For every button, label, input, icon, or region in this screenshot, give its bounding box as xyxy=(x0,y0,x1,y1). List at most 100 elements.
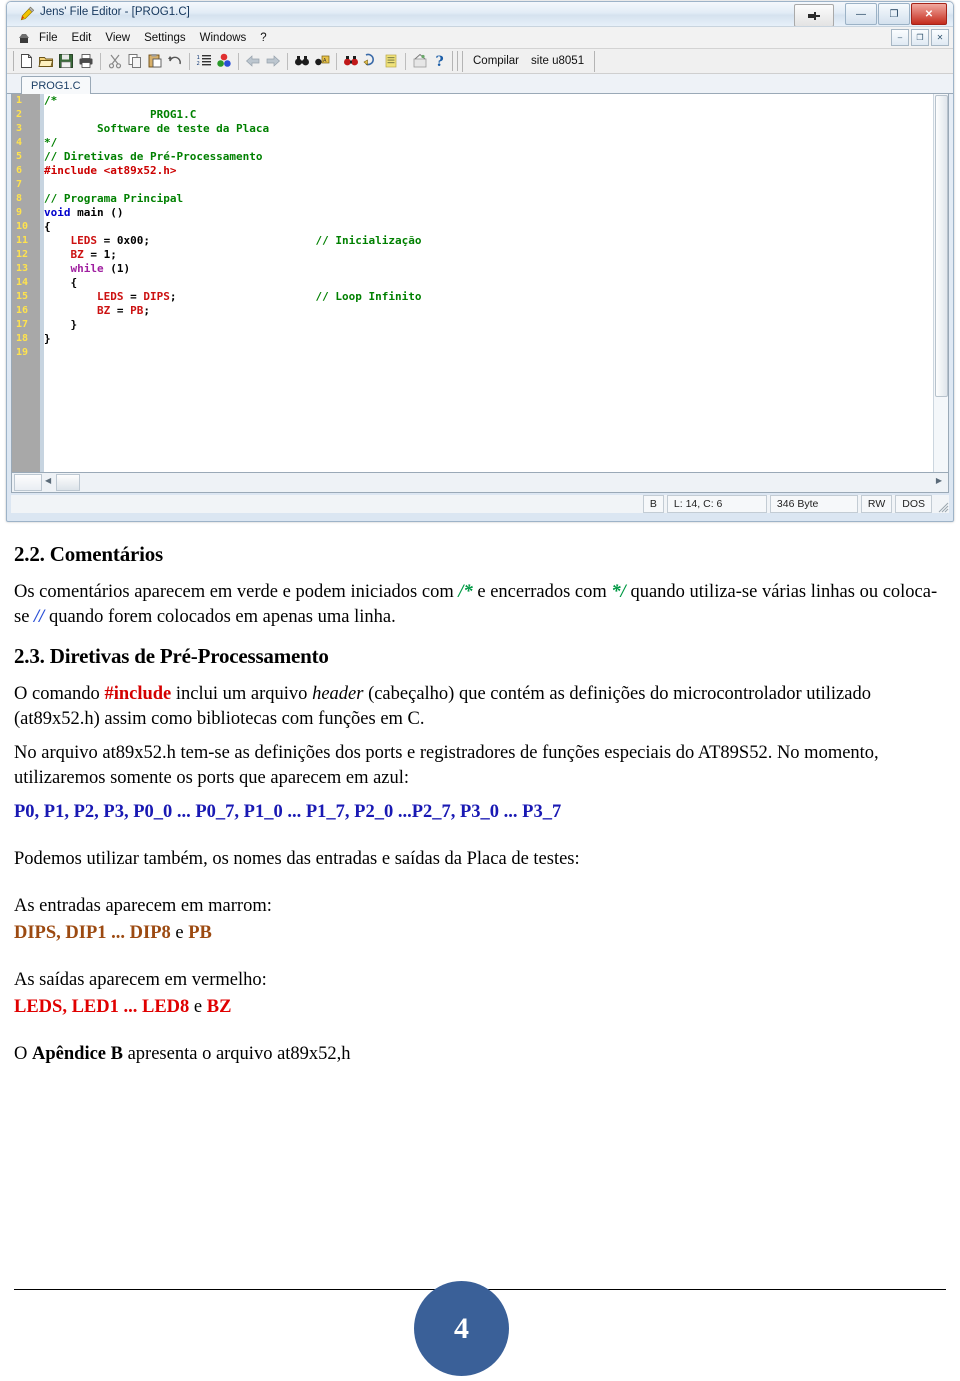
new-file-icon[interactable] xyxy=(16,51,36,71)
heading-section-2-2: 2.2. Comentários xyxy=(14,542,164,566)
code-text[interactable]: /* PROG1.C Software de teste da Placa *//… xyxy=(44,94,934,472)
line-number: 16 xyxy=(16,305,29,316)
outputs-name-line: LEDS, LED1 ... LED8 e BZ xyxy=(14,995,944,1020)
code-token: // Diretivas de Pré-Processamento xyxy=(44,150,263,163)
bookmark-icon[interactable] xyxy=(410,51,430,71)
include-text-2: inclui um arquivo xyxy=(171,684,313,704)
header-word-italic: header xyxy=(312,684,364,704)
code-token: DIPS xyxy=(143,290,170,303)
resize-grip-icon[interactable] xyxy=(935,495,949,513)
code-token: PROG1.C xyxy=(44,108,197,121)
pin-button[interactable] xyxy=(794,4,834,27)
paste-icon[interactable] xyxy=(145,51,165,71)
mdi-close-button[interactable]: ✕ xyxy=(931,29,949,46)
find-icon[interactable] xyxy=(292,51,312,71)
code-token: #include <at89x52.h> xyxy=(44,164,177,177)
horizontal-scrollbar-thumb[interactable] xyxy=(56,474,80,491)
save-icon[interactable] xyxy=(56,51,76,71)
line-number: 1 xyxy=(16,95,23,106)
line-numbers-icon[interactable]: 12 xyxy=(194,51,214,71)
code-token: { xyxy=(44,276,78,289)
maximize-button[interactable]: ❐ xyxy=(878,3,910,25)
code-token: // Programa Principal xyxy=(44,192,184,205)
minimize-button[interactable]: — xyxy=(845,3,877,25)
editor-vertical-scrollbar[interactable] xyxy=(933,94,948,472)
code-token: } xyxy=(44,332,51,345)
pencil-icon xyxy=(19,6,35,22)
hscroll-left-box[interactable] xyxy=(14,474,42,491)
colors-icon[interactable] xyxy=(214,51,234,71)
code-token: Software de teste da Placa xyxy=(44,122,270,135)
code-line: } xyxy=(44,318,934,332)
site-u8051-link[interactable]: site u8051 xyxy=(531,55,584,67)
menu-item-view[interactable]: View xyxy=(105,32,130,44)
find-next-icon[interactable]: A xyxy=(312,51,332,71)
code-token: while xyxy=(70,262,104,275)
editor-horizontal-scrollbar[interactable]: ◀ ▶ xyxy=(11,473,949,493)
comments-text-2: e encerrados com xyxy=(472,582,612,602)
chevron-left-icon[interactable]: ◀ xyxy=(45,476,51,485)
svg-text:?: ? xyxy=(436,54,444,69)
undo-icon[interactable] xyxy=(165,51,185,71)
goto-icon[interactable] xyxy=(361,51,381,71)
print-icon[interactable] xyxy=(76,51,96,71)
comment-open-token: /* xyxy=(458,582,473,602)
menu-item-edit[interactable]: Edit xyxy=(72,32,92,44)
status-cursor-position: L: 14, C: 6 xyxy=(666,495,767,513)
paragraph-include: O comando #include inclui um arquivo hea… xyxy=(14,682,944,732)
code-token: */ xyxy=(44,136,58,149)
system-menu-icon[interactable] xyxy=(17,31,31,45)
title-bar: Jens' File Editor - [PROG1.C] — ❐ ✕ xyxy=(7,2,953,27)
code-token: = 0x00; xyxy=(97,234,150,247)
code-token: PB xyxy=(130,304,144,317)
comments-text-4: quando forem colocados em apenas uma lin… xyxy=(44,607,396,627)
screenshot-app-window: Jens' File Editor - [PROG1.C] — ❐ ✕ File… xyxy=(6,1,954,522)
close-button[interactable]: ✕ xyxy=(911,3,947,25)
mdi-restore-button[interactable]: ❐ xyxy=(911,29,929,46)
pin-icon xyxy=(808,11,820,20)
copy-icon[interactable] xyxy=(125,51,145,71)
help-icon[interactable]: ? xyxy=(430,51,450,71)
document-tab-prog1c[interactable]: PROG1.C xyxy=(21,76,91,94)
menu-item-settings[interactable]: Settings xyxy=(144,32,186,44)
line-number: 17 xyxy=(16,319,29,330)
menu-bar: File Edit View Settings Windows ? – ❐ ✕ xyxy=(7,26,953,49)
line-number: 14 xyxy=(16,277,29,288)
highlight-icon[interactable] xyxy=(381,51,401,71)
mdi-window-buttons: – ❐ ✕ xyxy=(889,29,949,46)
menu-item-windows[interactable]: Windows xyxy=(200,32,247,44)
include-directive-token: #include xyxy=(104,684,172,704)
line-number: 9 xyxy=(16,207,23,218)
compilar-button[interactable]: Compilar xyxy=(473,55,519,67)
cut-icon[interactable] xyxy=(105,51,125,71)
line-number: 3 xyxy=(16,123,23,134)
comment-close-token: */ xyxy=(611,582,626,602)
code-token: } xyxy=(44,318,78,331)
vertical-scrollbar-thumb[interactable] xyxy=(935,95,948,397)
chevron-right-icon[interactable]: ▶ xyxy=(936,476,942,485)
code-editor[interactable]: 1 2 3 4 5 6 7 8 9 10 11 12 13 14 15 16 17 18 19 /* PROG1.C… xyxy=(11,94,949,473)
menu-item-help[interactable]: ? xyxy=(260,32,266,44)
appendix-text-2: apresenta o arquivo at89x52,h xyxy=(122,1044,351,1064)
find-all-icon[interactable] xyxy=(341,51,361,71)
forward-arrow-icon[interactable] xyxy=(263,51,283,71)
mdi-minimize-button[interactable]: – xyxy=(891,29,909,46)
line-number: 13 xyxy=(16,263,29,274)
back-arrow-icon[interactable] xyxy=(243,51,263,71)
line-comment-token: // xyxy=(34,607,45,627)
line-number: 19 xyxy=(16,347,29,358)
code-line: } xyxy=(44,332,934,346)
open-folder-icon[interactable] xyxy=(36,51,56,71)
paragraph-appendix: O Apêndice B apresenta o arquivo at89x52… xyxy=(14,1042,944,1067)
outputs-names: LEDS, LED1 ... LED8 xyxy=(14,997,190,1017)
appendix-text-1: O xyxy=(14,1044,32,1064)
menu-item-file[interactable]: File xyxy=(39,32,58,44)
status-line-format: DOS xyxy=(895,495,932,513)
code-token: = xyxy=(123,290,144,303)
line-number: 8 xyxy=(16,193,23,204)
include-text-1: O comando xyxy=(14,684,105,704)
code-line: LEDS = 0x00; // Inicialização xyxy=(44,234,934,248)
